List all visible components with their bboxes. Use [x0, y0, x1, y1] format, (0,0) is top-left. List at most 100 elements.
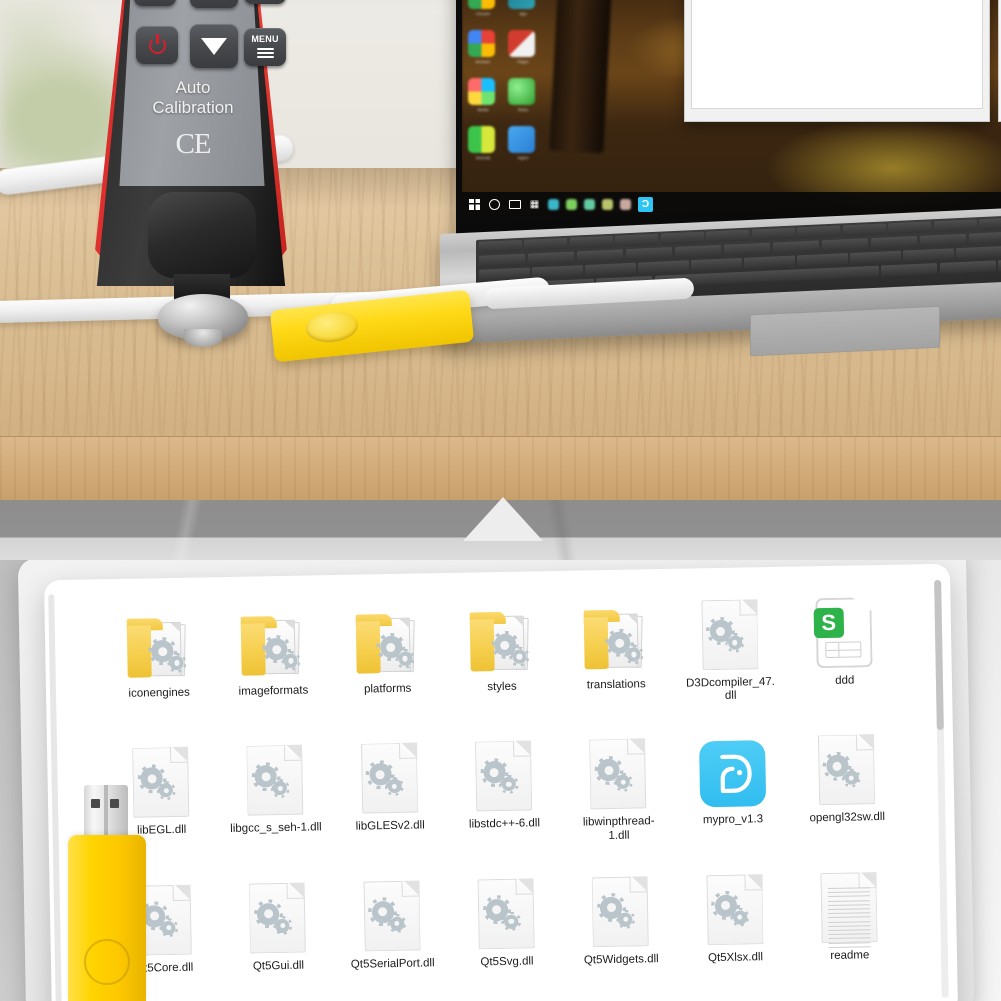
- usb-connector-notch: [104, 785, 108, 839]
- file-item[interactable]: iconengines: [100, 599, 216, 717]
- green-icon: [508, 78, 535, 105]
- file-item[interactable]: Qt5Xlsx.dll: [677, 864, 793, 968]
- file-icon: [589, 731, 646, 810]
- ce-mark-icon: CE: [175, 128, 211, 160]
- device-brand-line2: Calibration: [152, 98, 234, 118]
- desktop-icon[interactable]: Security: [468, 126, 498, 160]
- dll-gears-icon: [589, 738, 646, 810]
- desktop-icon-grid: Chrome App Browser Player Media Share Se…: [468, 0, 556, 174]
- folder-gears-icon: [582, 607, 649, 672]
- file-label: D3Dcompiler_47.dll: [685, 675, 776, 703]
- coating-thickness-gauge: OK CAL ↶ MENU: [62, 0, 320, 446]
- scrollbar-thumb[interactable]: [934, 579, 944, 731]
- file-label: Qt5Widgets.dll: [583, 953, 659, 967]
- file-label: opengl32sw.dll: [809, 811, 886, 825]
- folder-gears-icon: [353, 611, 420, 676]
- apps-icon[interactable]: ▦: [528, 198, 541, 211]
- triangle-down-icon: [201, 37, 227, 55]
- desktop-icon[interactable]: mypro: [508, 126, 538, 160]
- mypro-taskbar-icon[interactable]: Ɔ: [638, 196, 653, 212]
- file-label: libGLESv2.dll: [355, 819, 425, 834]
- file-icon: [698, 729, 766, 808]
- desktop-icon[interactable]: App: [508, 0, 538, 16]
- file-label: styles: [487, 680, 517, 694]
- file-item[interactable]: libstdc++-6.dll: [446, 730, 562, 848]
- file-item[interactable]: readme: [791, 861, 907, 965]
- file-item[interactable]: imageformats: [215, 597, 331, 715]
- folder-gears-icon: [239, 614, 306, 679]
- file-label: Qt5Gui.dll: [252, 959, 305, 973]
- desktop-icon-row: Media Share: [468, 78, 556, 112]
- dll-gears-icon: [701, 599, 758, 670]
- file-item[interactable]: styles: [443, 593, 559, 711]
- file-label: Qt5Svg.dll: [480, 955, 534, 969]
- file-label: imageformats: [238, 684, 309, 698]
- file-label: translations: [586, 678, 646, 692]
- dll-gears-icon: [246, 745, 303, 816]
- task-view-icon[interactable]: [508, 198, 521, 211]
- file-item[interactable]: Sddd: [786, 587, 902, 705]
- cal-button[interactable]: CAL ↶: [244, 0, 286, 4]
- file-item[interactable]: libGLESv2.dll: [331, 732, 447, 850]
- file-label: libgcc_s_seh-1.dll: [230, 821, 322, 836]
- device-probe-tip: [158, 294, 248, 347]
- teal-app-icon: [508, 0, 535, 9]
- desktop-icon[interactable]: Share: [508, 78, 538, 112]
- file-item[interactable]: D3Dcompiler_47.dll: [672, 589, 788, 707]
- file-item[interactable]: Qt5Widgets.dll: [562, 866, 678, 970]
- dll-gears-icon: [706, 874, 763, 945]
- file-item[interactable]: platforms: [329, 595, 445, 713]
- file-item[interactable]: Qt5SerialPort.dll: [334, 870, 450, 974]
- device-brand-text: Auto Calibration: [118, 78, 268, 118]
- mypro-app-window[interactable]: 48 170 4 205 3 2 2 95 170 43 0 84 104 10…: [684, 0, 990, 122]
- up-button[interactable]: [190, 0, 238, 8]
- windows-start-icon[interactable]: [468, 198, 481, 211]
- app-window-content-area: 48 170 4 205 3 2 2 95 170 43 0 84 104 10…: [691, 0, 983, 109]
- folder-gears-icon: [468, 609, 535, 674]
- cortana-circle-icon[interactable]: [488, 198, 501, 211]
- wallpaper-tree: [549, 0, 613, 154]
- file-item[interactable]: libgcc_s_seh-1.dll: [217, 735, 333, 853]
- screenshot-root: Chrome App Browser Player Media Share Se…: [0, 0, 1001, 1001]
- file-item[interactable]: Qt5Svg.dll: [448, 868, 564, 972]
- desktop-icon-row: Chrome App: [468, 0, 556, 16]
- file-label: iconengines: [128, 686, 190, 700]
- down-button[interactable]: [190, 24, 238, 68]
- pinned-app-icon[interactable]: [620, 198, 631, 210]
- ok-button[interactable]: OK: [134, 0, 176, 6]
- file-item[interactable]: Qt5Gui.dll: [220, 872, 336, 976]
- dll-gears-icon: [361, 742, 418, 814]
- file-item[interactable]: opengl32sw.dll: [788, 724, 904, 842]
- desktop-icon[interactable]: Player: [508, 30, 538, 64]
- file-icon: [475, 733, 532, 812]
- desktop-icon[interactable]: Browser: [468, 30, 498, 64]
- pinned-app-icon[interactable]: [584, 198, 595, 210]
- power-icon: [148, 33, 166, 54]
- up-arrow-icon: [463, 497, 543, 541]
- desktop-icon-label: Player: [517, 59, 529, 64]
- menu-button[interactable]: MENU: [244, 28, 286, 66]
- usb-connector: [84, 785, 128, 839]
- desktop-icon[interactable]: Chrome: [468, 0, 498, 16]
- chrome-icon: [468, 30, 495, 57]
- dll-gears-icon: [249, 882, 306, 953]
- pinned-app-icon[interactable]: [548, 198, 559, 210]
- file-icon: [246, 737, 303, 816]
- yellow-green-icon: [468, 126, 495, 153]
- file-label: platforms: [363, 682, 412, 696]
- usb-drive-ring: [84, 939, 130, 985]
- file-item[interactable]: translations: [557, 591, 673, 709]
- pinned-app-icon[interactable]: [602, 198, 613, 210]
- file-item[interactable]: mypro_v1.3: [674, 726, 790, 844]
- file-item[interactable]: libwinpthread-1.dll: [560, 728, 676, 846]
- chrome-icon: [468, 0, 495, 9]
- folder-gears-icon: [125, 616, 192, 681]
- desktop-icon[interactable]: Media: [468, 78, 498, 112]
- device-grip: [148, 192, 256, 278]
- file-explorer-panel: iconengines imageformats platforms styles tr…: [0, 500, 1001, 1001]
- power-button[interactable]: [136, 26, 178, 64]
- dll-gears-icon: [477, 878, 534, 949]
- scrollbar[interactable]: [934, 579, 949, 998]
- pinned-app-icon[interactable]: [566, 198, 577, 210]
- desktop-icon-label: Share: [517, 107, 529, 112]
